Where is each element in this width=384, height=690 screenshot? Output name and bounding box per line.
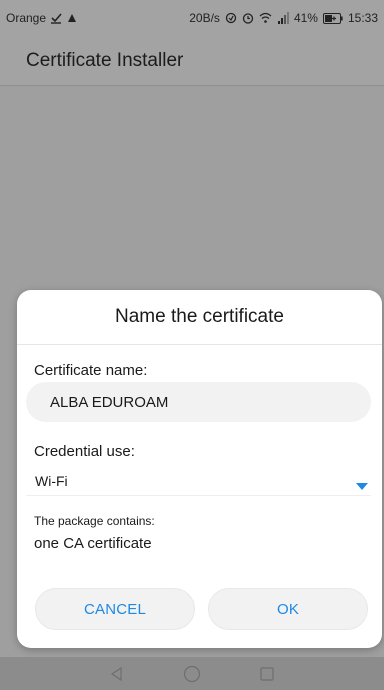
app-bar: Certificate Installer [0, 36, 384, 86]
battery-percent: 41% [293, 11, 318, 25]
download-done-icon [50, 12, 62, 24]
recents-icon[interactable] [255, 662, 279, 686]
package-contents-value: one CA certificate [34, 535, 152, 552]
dropdown-arrow-icon [356, 477, 368, 493]
cancel-button[interactable]: CANCEL [35, 588, 195, 630]
name-certificate-dialog: Name the certificate Certificate name: A… [17, 290, 382, 648]
navigation-bar [0, 657, 384, 690]
home-icon[interactable] [180, 662, 204, 686]
clock-time: 15:33 [347, 11, 378, 25]
signal-icon [277, 12, 289, 24]
credential-use-label: Credential use: [34, 443, 135, 460]
sync-icon [225, 12, 237, 24]
credential-use-select[interactable]: Wi-Fi [26, 466, 371, 496]
ok-button[interactable]: OK [208, 588, 368, 630]
wifi-icon [259, 12, 272, 24]
certificate-name-label: Certificate name: [34, 362, 148, 379]
back-icon[interactable] [105, 662, 129, 686]
status-bar: Orange 20B/s 41% 15:33 [0, 0, 384, 36]
alarm-icon [242, 12, 254, 24]
package-contains-label: The package contains: [34, 514, 155, 528]
credential-use-value: Wi-Fi [35, 472, 68, 489]
carrier-name: Orange [6, 11, 47, 25]
dialog-title: Name the certificate [17, 290, 382, 345]
network-speed: 20B/s [189, 11, 220, 25]
usb-debug-icon [66, 12, 78, 24]
certificate-name-input[interactable]: ALBA EDUROAM [26, 382, 371, 422]
battery-icon [322, 12, 343, 24]
app-title: Certificate Installer [26, 49, 184, 71]
certificate-name-value: ALBA EDUROAM [50, 393, 169, 411]
